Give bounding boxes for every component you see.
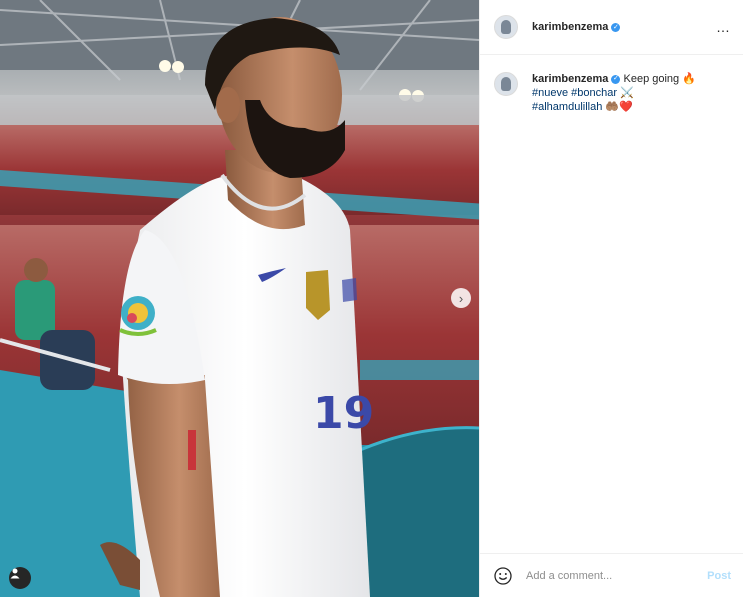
swords-emoji: ⚔️ [620, 87, 634, 99]
emoji-icon[interactable] [494, 566, 512, 585]
hashtag-alhamdulillah[interactable]: #alhamdulillah [532, 101, 602, 113]
post-side-panel: karimbenzema ✓ … karimbenzema ✓ Keep goin… [479, 0, 743, 597]
caption-body: Keep going [623, 73, 680, 85]
comment-input[interactable] [524, 568, 704, 583]
hands-emoji: 🤲🏽 [605, 101, 620, 113]
user-tag-button[interactable] [9, 567, 31, 589]
post-photo-illustration: 19 [0, 0, 479, 597]
chevron-right-icon: › [458, 290, 464, 306]
caption-username[interactable]: karimbenzema [532, 73, 608, 85]
more-icon[interactable]: … [716, 19, 731, 35]
avatar[interactable] [494, 15, 518, 39]
fire-emoji: 🔥 [682, 73, 696, 85]
post-photo[interactable]: 19 › [0, 0, 479, 597]
hashtag-bonchar[interactable]: #bonchar [571, 87, 617, 99]
caption-text: karimbenzema ✓ Keep going 🔥 #nueve #bonch… [532, 72, 722, 114]
jersey-number: 19 [313, 388, 374, 439]
carousel-next-button[interactable]: › [451, 288, 471, 308]
header-username[interactable]: karimbenzema [532, 21, 608, 33]
heart-emoji: ❤️ [619, 101, 633, 113]
caption-verified-icon: ✓ [611, 74, 621, 84]
caption-avatar[interactable] [494, 72, 518, 96]
verified-icon: ✓ [611, 22, 621, 32]
post-caption: karimbenzema ✓ Keep going 🔥 #nueve #bonch… [480, 55, 743, 114]
post-button[interactable]: Post [703, 570, 735, 582]
hashtag-nueve[interactable]: #nueve [532, 87, 568, 99]
comment-bar: Post [480, 553, 743, 597]
post-header: karimbenzema ✓ … [480, 0, 743, 55]
user-tag-icon [10, 568, 20, 579]
